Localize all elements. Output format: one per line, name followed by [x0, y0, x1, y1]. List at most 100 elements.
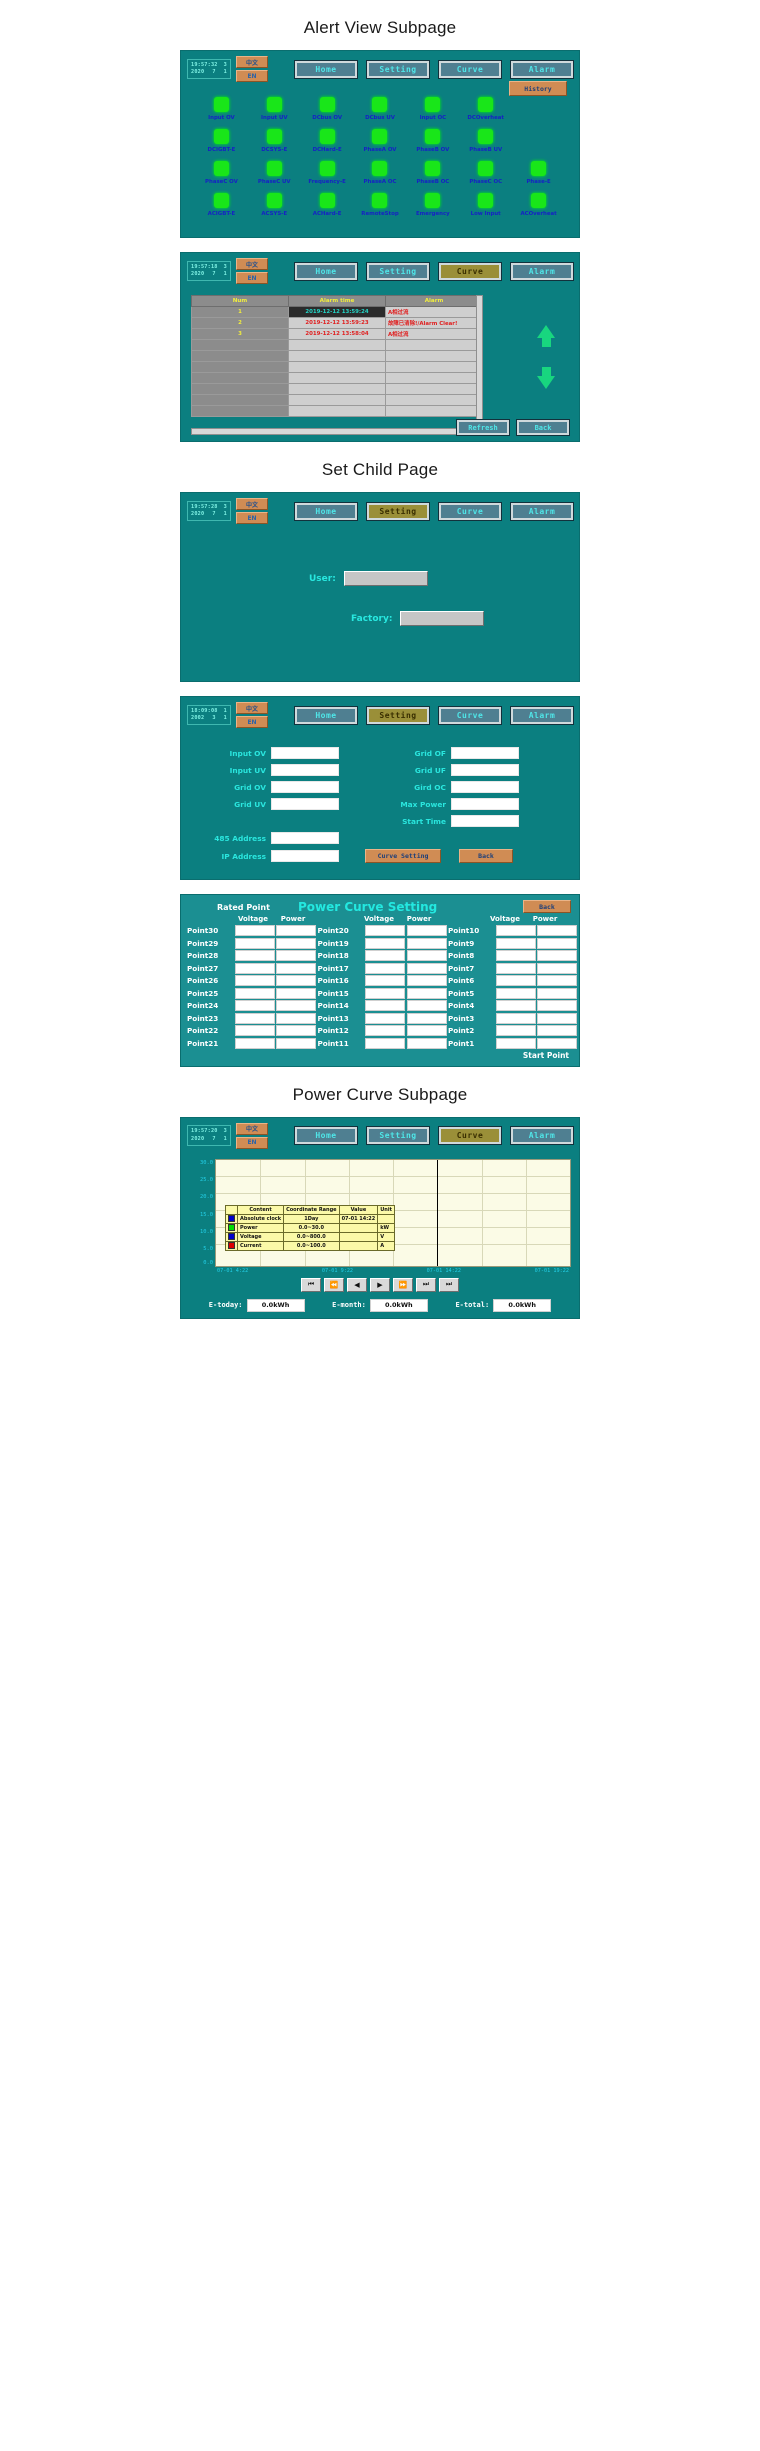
led-item[interactable]: ACOverheat [512, 193, 565, 217]
nav-home-button[interactable]: Home [294, 1126, 358, 1145]
power-input[interactable] [537, 975, 577, 986]
nav-alarm-button[interactable]: Alarm [510, 59, 574, 79]
voltage-input[interactable] [365, 987, 405, 999]
param-input-grid-of[interactable] [451, 747, 519, 759]
voltage-input[interactable] [495, 987, 536, 999]
lang-chinese-button[interactable]: 中文 [236, 1122, 268, 1135]
voltage-input[interactable] [234, 925, 275, 936]
led-item[interactable]: Emergency [406, 193, 459, 217]
voltage-input[interactable] [365, 1000, 405, 1011]
power-input[interactable] [406, 1037, 447, 1049]
table-row-empty[interactable] [191, 383, 483, 395]
led-item[interactable]: Phase-E [512, 161, 565, 185]
voltage-input[interactable] [495, 1000, 536, 1011]
power-input[interactable] [406, 962, 447, 974]
back-button[interactable]: Back [516, 419, 570, 436]
led-item[interactable]: DCOverheat [459, 97, 512, 121]
table-row-empty[interactable] [191, 339, 483, 351]
nav-setting-button[interactable]: Setting [366, 501, 430, 521]
power-input[interactable] [406, 937, 447, 949]
power-input[interactable] [406, 1025, 447, 1036]
led-item[interactable]: DCSYS-E [248, 129, 301, 153]
param-input-start-time[interactable] [451, 815, 519, 827]
table-row-empty[interactable] [191, 350, 483, 362]
nav-home-button[interactable]: Home [294, 59, 358, 79]
lang-chinese-button[interactable]: 中文 [236, 498, 268, 510]
power-input[interactable] [537, 987, 577, 999]
param-input-gird-oc[interactable] [451, 781, 519, 793]
voltage-input[interactable] [234, 1012, 275, 1024]
lang-chinese-button[interactable]: 中文 [236, 56, 268, 68]
voltage-input[interactable] [365, 1037, 405, 1049]
voltage-input[interactable] [365, 1025, 405, 1036]
nav-alarm-button[interactable]: Alarm [510, 1126, 574, 1145]
scroll-down-button[interactable] [537, 367, 555, 389]
led-item[interactable]: Input UV [248, 97, 301, 121]
factory-input[interactable] [400, 611, 485, 626]
nav-curve-button[interactable]: Curve [438, 705, 502, 725]
nav-setting-button[interactable]: Setting [366, 59, 430, 79]
voltage-input[interactable] [365, 962, 405, 974]
lang-chinese-button[interactable]: 中文 [236, 258, 268, 270]
led-item[interactable]: Frequency-E [301, 161, 354, 185]
nav-alarm-button[interactable]: Alarm [510, 501, 574, 521]
voltage-input[interactable] [365, 1012, 405, 1024]
power-input[interactable] [537, 962, 577, 974]
voltage-input[interactable] [234, 937, 275, 949]
power-input[interactable] [406, 950, 447, 961]
power-input[interactable] [537, 1012, 577, 1024]
lang-english-button[interactable]: EN [236, 1136, 268, 1149]
power-input[interactable] [276, 925, 316, 936]
nav-alarm-button[interactable]: Alarm [510, 705, 574, 725]
nav-home-button[interactable]: Home [294, 501, 358, 521]
led-item[interactable]: Input OV [195, 97, 248, 121]
nav-curve-button[interactable]: Curve [438, 59, 502, 79]
vertical-scrollbar[interactable] [476, 295, 483, 435]
led-item[interactable]: PhaseA OV [354, 129, 407, 153]
nav-setting-button[interactable]: Setting [366, 1126, 430, 1145]
lang-english-button[interactable]: EN [236, 272, 268, 284]
power-input[interactable] [537, 1025, 577, 1036]
power-input[interactable] [406, 925, 447, 936]
led-item[interactable]: PhaseC UV [248, 161, 301, 185]
led-item[interactable]: ACHard-E [301, 193, 354, 217]
table-row-empty[interactable] [191, 394, 483, 406]
voltage-input[interactable] [234, 975, 275, 986]
param-input-ip-address[interactable] [271, 850, 339, 862]
param-input-input-uv[interactable] [271, 764, 339, 776]
voltage-input[interactable] [495, 975, 536, 986]
voltage-input[interactable] [495, 962, 536, 974]
voltage-input[interactable] [365, 937, 405, 949]
led-item[interactable]: RemoteStop [354, 193, 407, 217]
power-input[interactable] [276, 1025, 316, 1036]
param-input-485-address[interactable] [271, 832, 339, 844]
led-item[interactable]: PhaseC OC [459, 161, 512, 185]
voltage-input[interactable] [495, 1012, 536, 1024]
power-input[interactable] [276, 975, 316, 986]
skip-end-button[interactable]: ⏭ [439, 1277, 459, 1292]
step-forward-button[interactable]: ▶ [370, 1277, 390, 1292]
lang-english-button[interactable]: EN [236, 70, 268, 82]
led-item[interactable]: PhaseA OC [354, 161, 407, 185]
lang-english-button[interactable]: EN [236, 512, 268, 524]
voltage-input[interactable] [495, 950, 536, 961]
param-input-grid-uv[interactable] [271, 798, 339, 810]
voltage-input[interactable] [234, 950, 275, 961]
led-item[interactable]: DCbus OV [301, 97, 354, 121]
led-item[interactable]: ACSYS-E [248, 193, 301, 217]
voltage-input[interactable] [495, 1025, 536, 1036]
voltage-input[interactable] [495, 937, 536, 949]
param-input-input-ov[interactable] [271, 747, 339, 759]
voltage-input[interactable] [234, 1037, 275, 1049]
table-row[interactable]: 3 2019-12-12 13:58:04 A相过流 [191, 328, 483, 340]
fast-forward-button[interactable]: ⏩ [393, 1277, 413, 1292]
power-input[interactable] [406, 1012, 447, 1024]
led-item[interactable]: ACIGBT-E [195, 193, 248, 217]
led-item[interactable]: DCIGBT-E [195, 129, 248, 153]
voltage-input[interactable] [365, 950, 405, 961]
nav-alarm-button[interactable]: Alarm [510, 261, 574, 281]
power-input[interactable] [276, 962, 316, 974]
rewind-button[interactable]: ⏪ [324, 1277, 344, 1292]
param-back-button[interactable]: Back [459, 849, 513, 863]
table-row[interactable]: 2 2019-12-12 13:59:23 故障已清除!/Alarm Clear… [191, 317, 483, 329]
